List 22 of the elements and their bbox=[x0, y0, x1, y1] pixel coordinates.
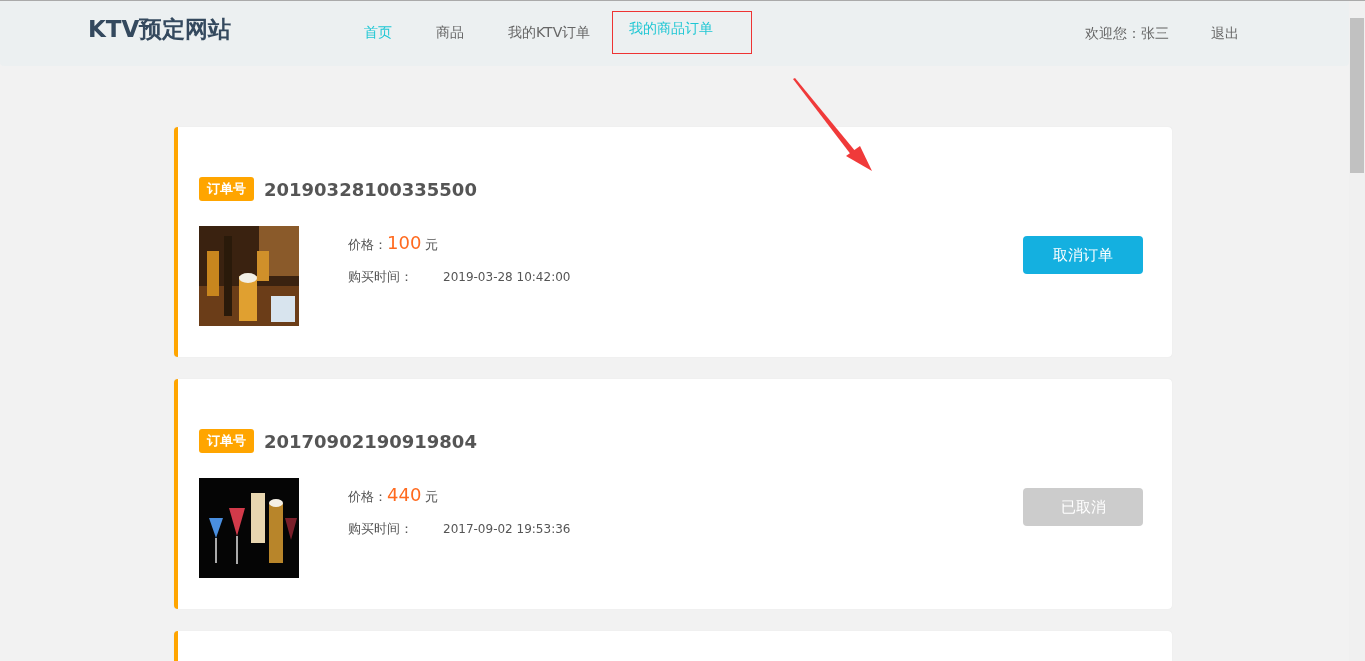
logout-link[interactable]: 退出 bbox=[1211, 24, 1239, 43]
nav-link[interactable]: 商品 bbox=[414, 22, 486, 43]
order-number-tag: 订单号 bbox=[199, 429, 254, 453]
order-number-tag: 订单号 bbox=[199, 177, 254, 201]
welcome-text: 欢迎您：张三 bbox=[1085, 24, 1169, 43]
price-label: 价格： bbox=[348, 488, 387, 506]
purchase-time-label: 购买时间： bbox=[348, 268, 413, 286]
price-unit: 元 bbox=[425, 236, 439, 254]
price-label: 价格： bbox=[348, 236, 387, 254]
purchase-time-label: 购买时间： bbox=[348, 520, 413, 538]
purchase-time: 2019-03-28 10:42:00 bbox=[443, 270, 571, 284]
nav-link[interactable]: 我的KTV订单 bbox=[486, 22, 613, 43]
order-number: 20190328100335500 bbox=[264, 178, 477, 200]
site-title: KTV预定网站 bbox=[88, 15, 233, 44]
price-unit: 元 bbox=[425, 488, 439, 506]
cancel-order-button[interactable]: 取消订单 bbox=[1023, 236, 1143, 274]
purchase-time: 2017-09-02 19:53:36 bbox=[443, 522, 571, 536]
nav-link[interactable]: 首页 bbox=[342, 22, 414, 43]
nav-link[interactable]: 我的商品订单 bbox=[612, 11, 753, 54]
price-value: 100 bbox=[387, 232, 422, 253]
price-value: 440 bbox=[387, 484, 422, 505]
order-number: 20170902190919804 bbox=[264, 430, 477, 452]
